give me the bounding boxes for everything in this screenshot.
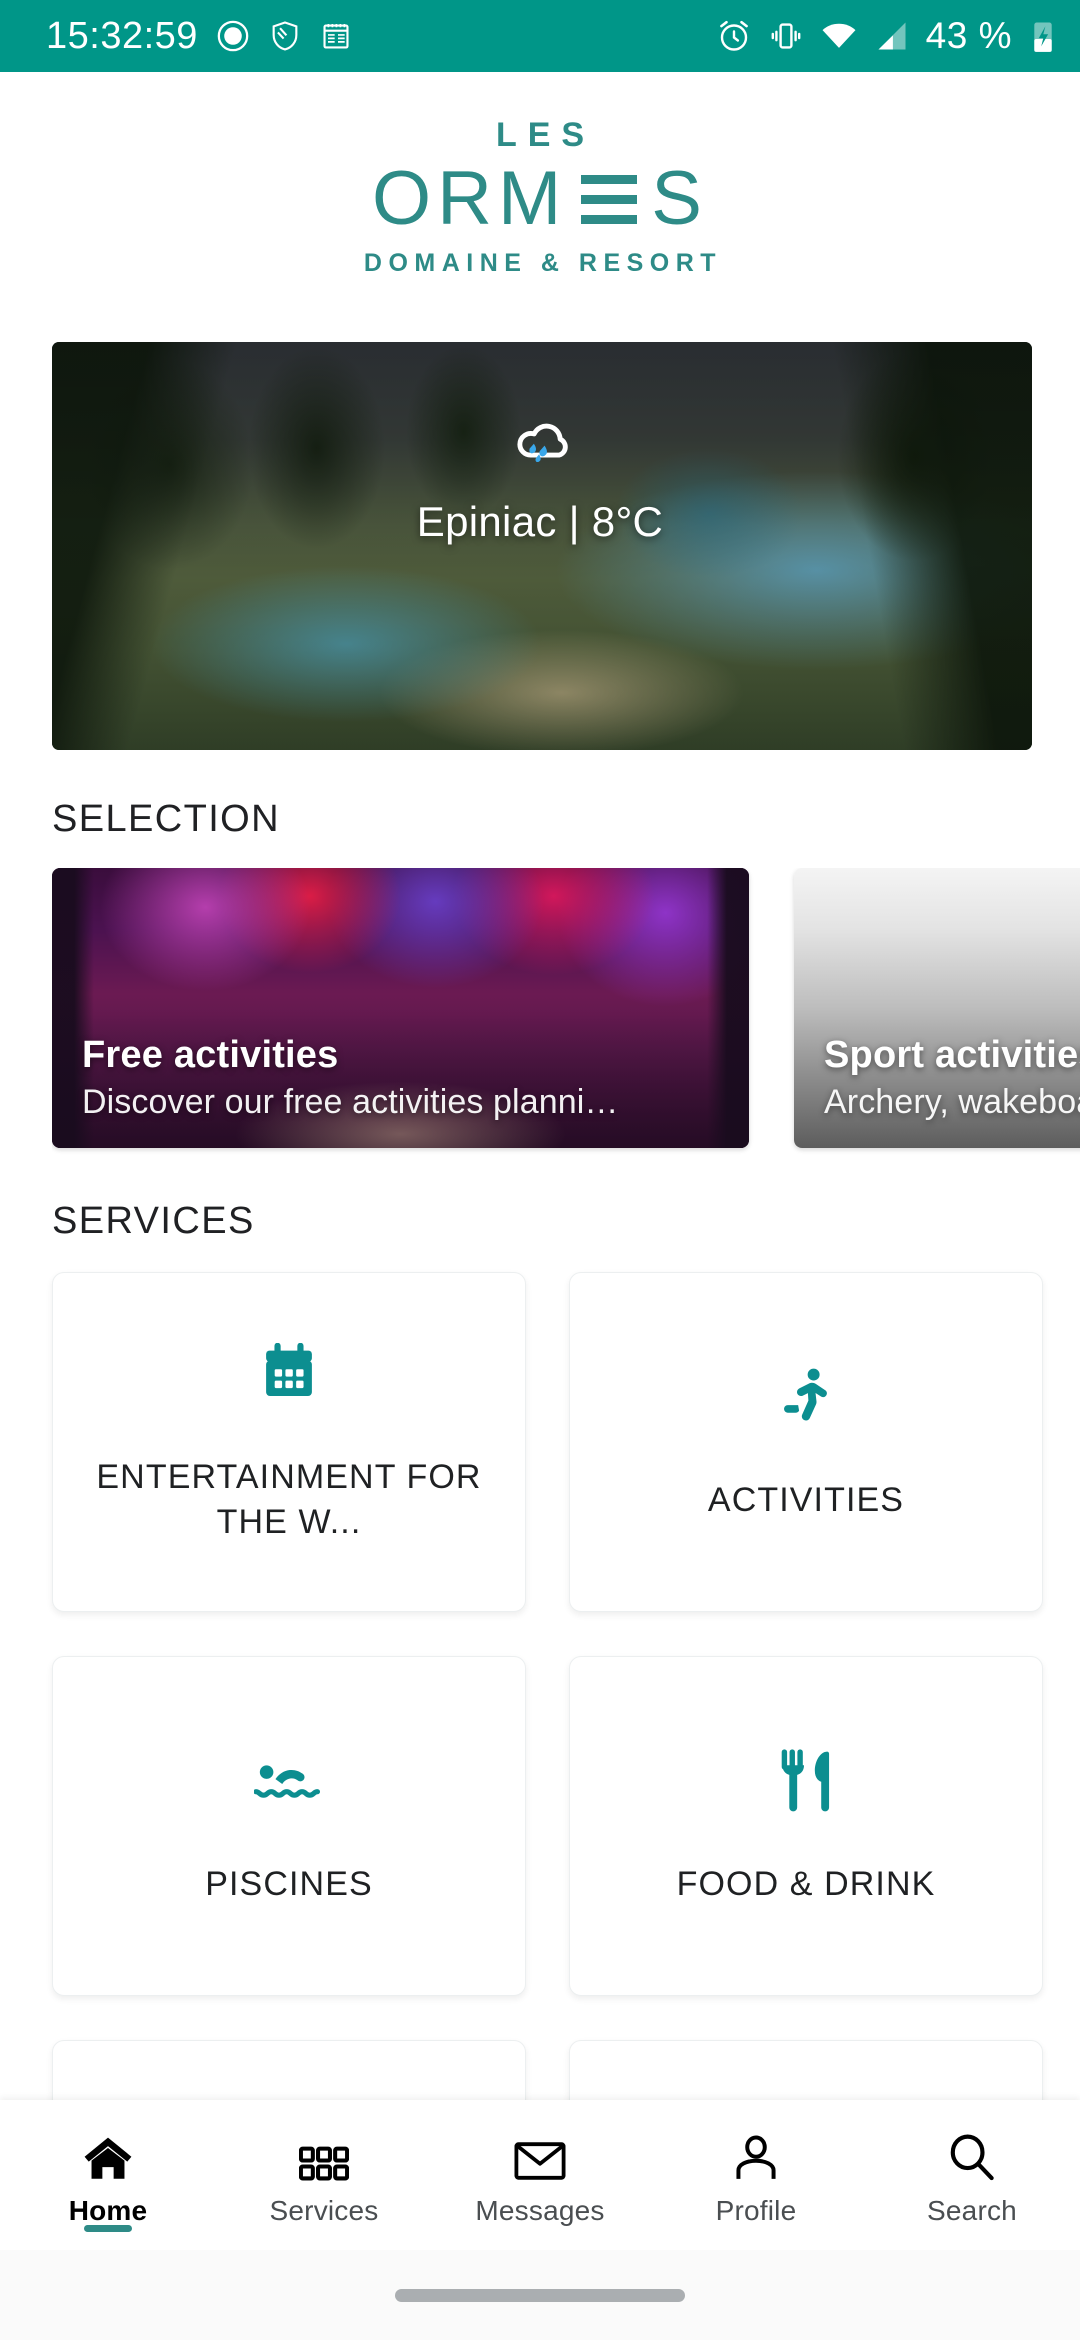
status-bar-clock: 15:32:59 [46, 14, 198, 57]
service-card-food-drink[interactable]: FOOD & DRINK [569, 1656, 1043, 1996]
service-card-label: PISCINES [205, 1864, 373, 1903]
gesture-handle[interactable] [395, 2288, 685, 2302]
person-icon [733, 2130, 779, 2182]
selection-card-free-activities[interactable]: Free activities Discover our free activi… [52, 868, 749, 1148]
selection-card-sport-activities[interactable]: Sport activities Archery, wakeboard… [794, 868, 1080, 1148]
alarm-icon [716, 18, 752, 54]
app-screen: 15:32:59 43 % LES ORM S DOMAINE & RESORT… [0, 0, 1080, 2340]
wifi-icon [820, 17, 858, 55]
services-heading: SERVICES [52, 1200, 255, 1242]
nav-item-home[interactable]: Home [0, 2100, 216, 2250]
nav-item-label: Services [269, 2194, 379, 2226]
vibrate-icon [768, 18, 804, 54]
system-gesture-area [0, 2250, 1080, 2340]
nav-item-label: Search [927, 2194, 1017, 2226]
services-grid: ENTERTAINMENT FOR THE W... ACTIVITIES PI… [52, 1272, 1052, 2340]
service-card-piscines[interactable]: PISCINES [52, 1656, 526, 1996]
card-title: Free activities [82, 1034, 339, 1076]
logo-stylized-e-icon [577, 174, 641, 224]
cellular-signal-icon [874, 18, 910, 54]
card-subtitle: Archery, wakeboard… [824, 1083, 1080, 1121]
status-bar: 15:32:59 43 % [0, 0, 1080, 72]
rain-cloud-icon [0, 406, 1080, 489]
nav-item-services[interactable]: Services [216, 2100, 432, 2250]
service-card-label: ACTIVITIES [707, 1480, 905, 1519]
status-bar-right: 43 % [716, 15, 1058, 57]
grid-icon [299, 2130, 349, 2182]
nav-item-label: Home [68, 2194, 148, 2226]
home-icon [82, 2130, 134, 2182]
service-card-activities[interactable]: ACTIVITIES [569, 1272, 1043, 1612]
bottom-navigation-bar: Home Services Messages Profile Search [0, 2100, 1080, 2250]
card-text-block: Sport activities Archery, wakeboard… [824, 1034, 1080, 1122]
logo-wordmark: ORM S [372, 161, 708, 237]
fork-knife-icon [779, 1746, 833, 1816]
running-person-icon [777, 1362, 835, 1432]
logo-wordmark-part1: ORM [371, 156, 568, 241]
nav-item-profile[interactable]: Profile [648, 2100, 864, 2250]
weather-banner[interactable] [52, 342, 1032, 750]
brand-logo: LES ORM S DOMAINE & RESORT [0, 72, 1080, 322]
nav-item-search[interactable]: Search [864, 2100, 1080, 2250]
nav-item-messages[interactable]: Messages [432, 2100, 648, 2250]
service-card-label: ENTERTAINMENT FOR THE W... [96, 1458, 482, 1541]
calendar-icon [260, 1339, 318, 1409]
record-icon [216, 19, 250, 53]
battery-percent-label: 43 % [925, 15, 1012, 56]
logo-wordmark-part2: S [651, 156, 708, 241]
notepad-icon [320, 20, 352, 52]
card-title: Sport activities [824, 1034, 1080, 1076]
search-icon [948, 2130, 996, 2182]
active-tab-indicator [84, 2225, 132, 2232]
nav-item-label: Profile [715, 2194, 797, 2226]
logo-subtitle: DOMAINE & RESORT [363, 249, 723, 277]
service-card-label: FOOD & DRINK [676, 1864, 936, 1903]
selection-heading: SELECTION [52, 798, 280, 840]
swimmer-icon [254, 1746, 324, 1816]
card-subtitle: Discover our free activities planni… [82, 1083, 619, 1121]
logo-line-les: LES [495, 116, 596, 154]
status-bar-left: 15:32:59 [46, 15, 352, 58]
envelope-icon [514, 2130, 566, 2182]
weather-label: Epiniac | 8°C [416, 498, 664, 545]
shield-touch-icon [268, 19, 302, 53]
card-text-block: Free activities Discover our free activi… [82, 1034, 731, 1122]
battery-charging-icon [1028, 18, 1058, 54]
service-card-entertainment[interactable]: ENTERTAINMENT FOR THE W... [52, 1272, 526, 1612]
selection-carousel[interactable]: Free activities Discover our free activi… [52, 868, 1080, 1158]
nav-item-label: Messages [475, 2194, 605, 2226]
